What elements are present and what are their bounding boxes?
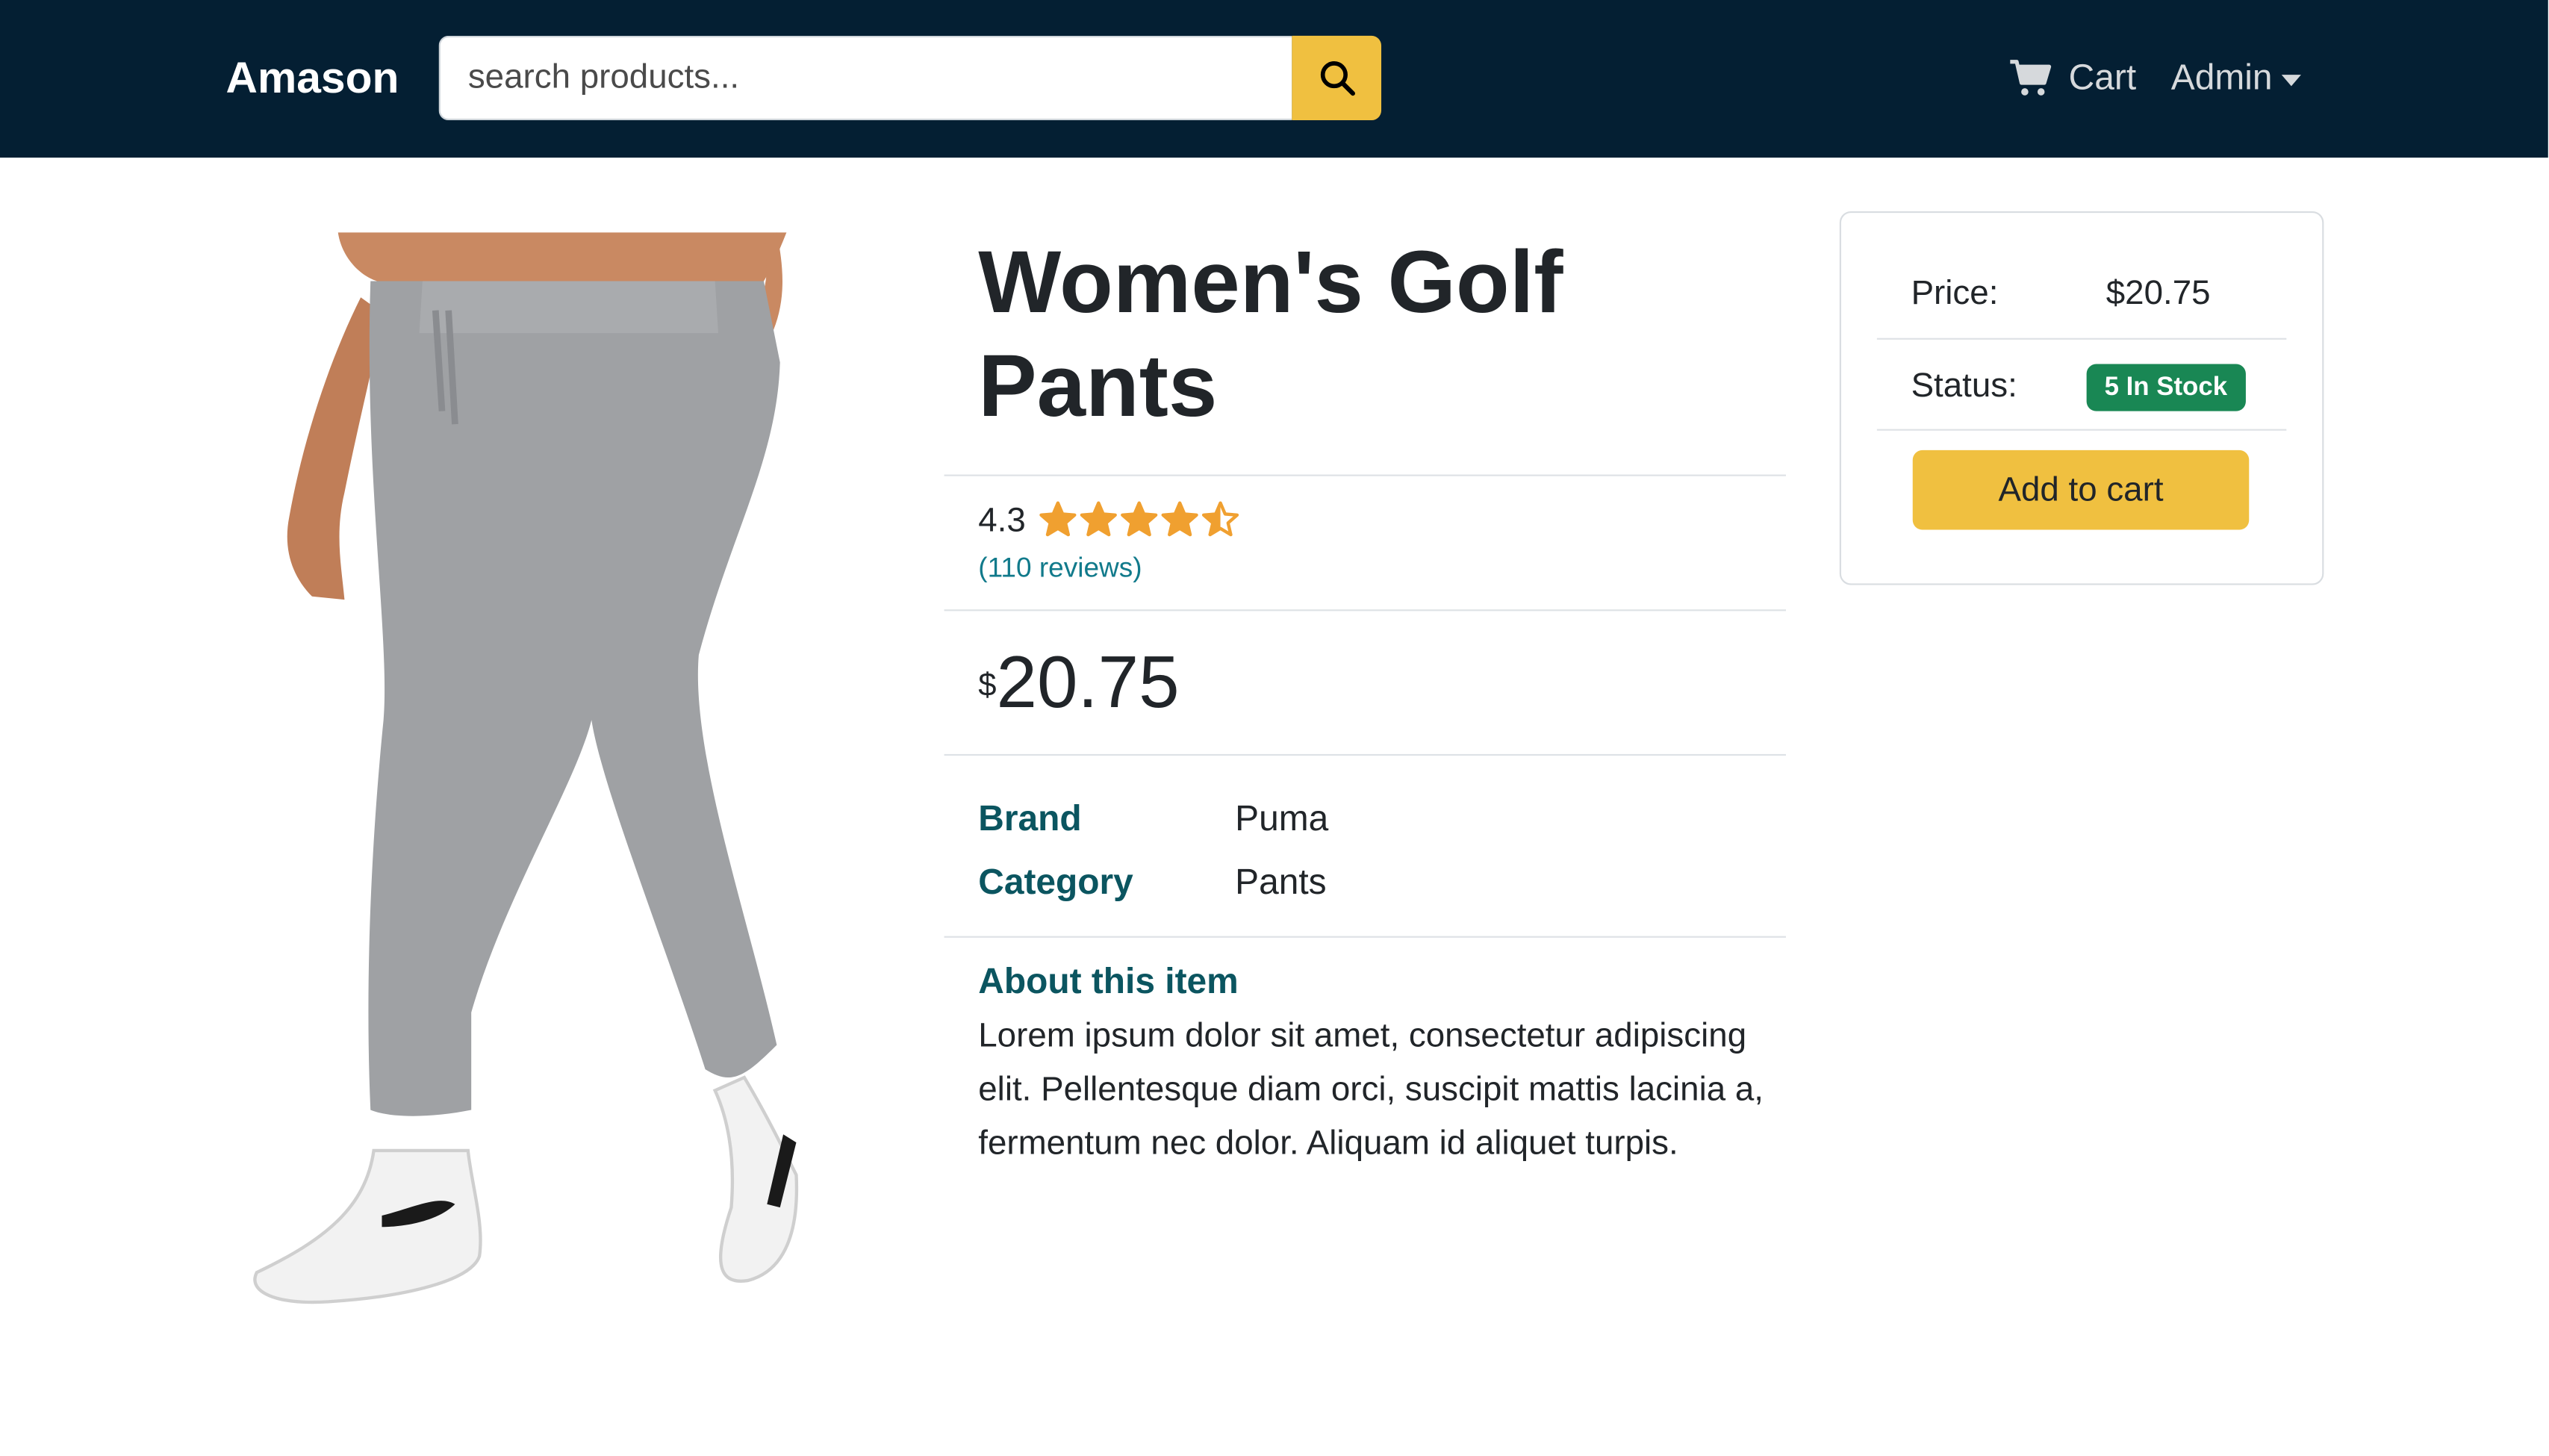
rating-stars bbox=[1039, 500, 1240, 543]
top-navbar: Amason Cart Admin bbox=[0, 0, 2548, 158]
spec-label-brand: Brand bbox=[978, 797, 1082, 839]
add-to-cart-button[interactable]: Add to cart bbox=[1912, 449, 2250, 530]
star-full-icon bbox=[1121, 501, 1158, 537]
star-half-icon bbox=[1201, 501, 1239, 537]
cart-link[interactable]: Cart bbox=[2008, 50, 2136, 105]
divider bbox=[944, 936, 1786, 938]
divider bbox=[1876, 429, 2287, 431]
price-value: $20.75 bbox=[2106, 274, 2211, 312]
product-price: $20.75 bbox=[978, 640, 1180, 741]
star-full-icon bbox=[1080, 501, 1117, 537]
price-amount: 20.75 bbox=[996, 640, 1180, 724]
product-image bbox=[253, 232, 799, 1304]
chevron-down-icon bbox=[2282, 74, 2302, 86]
price-currency: $ bbox=[978, 668, 997, 704]
about-text: Lorem ipsum dolor sit amet, consectetur … bbox=[978, 1017, 1764, 1163]
shopping-cart-icon bbox=[2010, 60, 2052, 96]
cart-label: Cart bbox=[2068, 57, 2137, 98]
about-heading: About this item bbox=[978, 960, 1239, 1001]
divider bbox=[944, 609, 1786, 612]
status-label: Status: bbox=[1911, 367, 2017, 405]
admin-label: Admin bbox=[2170, 57, 2273, 98]
divider bbox=[944, 474, 1786, 476]
price-label: Price: bbox=[1911, 274, 1999, 312]
search-icon bbox=[1319, 61, 1354, 96]
spec-value-category: Pants bbox=[1235, 861, 1327, 902]
star-full-icon bbox=[1039, 501, 1077, 537]
admin-dropdown[interactable]: Admin bbox=[2171, 50, 2302, 105]
product-title: Women's Golf Pants bbox=[978, 234, 1563, 436]
divider bbox=[944, 753, 1786, 756]
star-full-icon bbox=[1161, 501, 1198, 537]
status-badge: 5 In Stock bbox=[2086, 364, 2246, 411]
divider bbox=[1876, 337, 2287, 340]
spec-value-brand: Puma bbox=[1235, 797, 1329, 839]
rating-value: 4.3 bbox=[978, 502, 1026, 540]
reviews-link[interactable]: (110 reviews) bbox=[978, 553, 1142, 585]
search-input[interactable] bbox=[438, 35, 1292, 121]
brand-logo-link[interactable]: Amason bbox=[226, 50, 399, 105]
search-button[interactable] bbox=[1292, 35, 1382, 121]
spec-label-category: Category bbox=[978, 861, 1133, 902]
